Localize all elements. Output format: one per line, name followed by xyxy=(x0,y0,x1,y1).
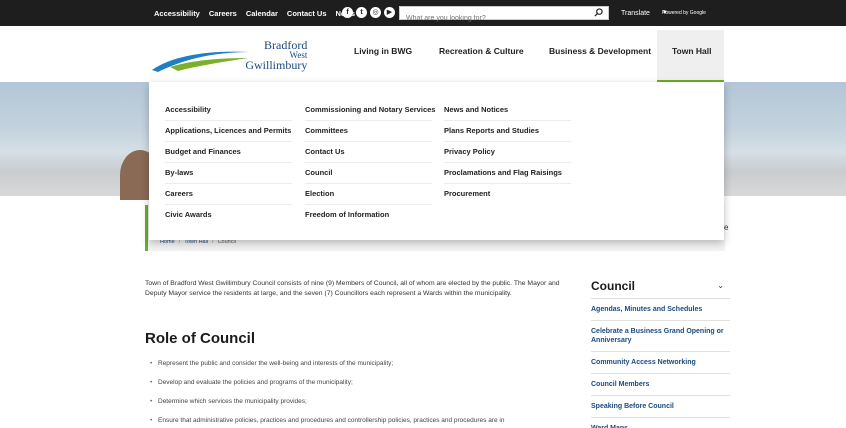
list-item-text: Ensure that administrative policies, pra… xyxy=(158,417,505,424)
mega-menu-column-1: Accessibility Applications, Licences and… xyxy=(165,100,292,226)
logo-line-3: Gwillimbury xyxy=(245,57,308,72)
menu-item-proclamations[interactable]: Proclamations and Flag Raisings xyxy=(444,163,571,184)
translate-control[interactable]: Translate ▼ xyxy=(621,0,668,26)
list-item: • Determine which services the municipali… xyxy=(150,397,505,416)
utility-bar: Accessibility Careers Calendar Contact U… xyxy=(0,0,846,26)
facebook-icon[interactable]: f xyxy=(342,7,353,18)
mega-menu-column-2: Commissioning and Notary Services Commit… xyxy=(305,100,435,226)
translate-label: Translate xyxy=(621,9,650,17)
sidebar-link-council-members[interactable]: Council Members xyxy=(591,374,730,396)
role-of-council-heading: Role of Council xyxy=(145,330,255,347)
menu-item-contact-us[interactable]: Contact Us xyxy=(305,142,432,163)
twitter-icon[interactable]: t xyxy=(356,7,367,18)
sidebar-header[interactable]: Council ⌄ xyxy=(591,273,730,299)
menu-item-budget[interactable]: Budget and Finances xyxy=(165,142,292,163)
intro-paragraph: Town of Bradford West Gwillimbury Counci… xyxy=(145,280,560,297)
bullet-icon: • xyxy=(150,360,153,367)
list-item-text: Represent the public and consider the we… xyxy=(158,360,394,367)
sidebar-title: Council xyxy=(591,278,635,293)
council-sidebar: Council ⌄ Agendas, Minutes and Schedules… xyxy=(591,273,730,428)
list-item-text: Determine which services the municipalit… xyxy=(158,398,307,405)
sidebar-link-agendas[interactable]: Agendas, Minutes and Schedules xyxy=(591,299,730,321)
search-icon[interactable] xyxy=(594,8,603,19)
sidebar-link-ward-maps[interactable]: Ward Maps xyxy=(591,418,730,428)
social-links: f t ◎ ▶ xyxy=(342,7,395,18)
bullet-icon: • xyxy=(150,398,153,405)
bullet-icon: • xyxy=(150,379,153,386)
list-item: • Ensure that administrative policies, pr… xyxy=(150,416,505,428)
menu-item-commissioning[interactable]: Commissioning and Notary Services xyxy=(305,100,435,121)
nav-active-highlight xyxy=(657,30,724,82)
nav-recreation-culture[interactable]: Recreation & Culture xyxy=(439,46,524,56)
menu-item-council[interactable]: Council xyxy=(305,163,432,184)
town-hall-mega-menu: Accessibility Applications, Licences and… xyxy=(149,82,724,240)
youtube-icon[interactable]: ▶ xyxy=(384,7,395,18)
menu-item-election[interactable]: Election xyxy=(305,184,432,205)
powered-by-label: Powered by Google xyxy=(662,10,706,16)
site-logo[interactable]: Bradford West Gwillimbury xyxy=(152,39,307,74)
site-header: Bradford West Gwillimbury Living in BWG … xyxy=(0,26,846,82)
logo-swoosh-icon xyxy=(152,51,250,72)
menu-item-procurement[interactable]: Procurement xyxy=(444,184,571,205)
utility-link-careers[interactable]: Careers xyxy=(209,9,237,18)
utility-link-contact-us[interactable]: Contact Us xyxy=(287,9,327,18)
menu-item-privacy-policy[interactable]: Privacy Policy xyxy=(444,142,571,163)
menu-item-committees[interactable]: Committees xyxy=(305,121,432,142)
sidebar-link-community-access[interactable]: Community Access Networking xyxy=(591,352,730,374)
utility-links: Accessibility Careers Calendar Contact U… xyxy=(154,0,355,26)
instagram-icon[interactable]: ◎ xyxy=(370,7,381,18)
nav-living-in-bwg[interactable]: Living in BWG xyxy=(354,46,412,56)
list-item: • Represent the public and consider the w… xyxy=(150,359,505,378)
partial-title-text: e xyxy=(724,223,729,232)
menu-item-accessibility[interactable]: Accessibility xyxy=(165,100,292,121)
menu-item-civic-awards[interactable]: Civic Awards xyxy=(165,205,292,226)
chevron-down-icon[interactable]: ⌄ xyxy=(717,281,730,290)
logo-wordmark: Bradford West Gwillimbury xyxy=(244,39,308,72)
nav-town-hall[interactable]: Town Hall xyxy=(672,46,712,56)
utility-link-accessibility[interactable]: Accessibility xyxy=(154,9,200,18)
mega-menu-column-3: News and Notices Plans Reports and Studi… xyxy=(444,100,571,205)
menu-item-freedom-of-information[interactable]: Freedom of Information xyxy=(305,205,432,226)
sidebar-link-speaking-before-council[interactable]: Speaking Before Council xyxy=(591,396,730,418)
sidebar-link-grand-opening[interactable]: Celebrate a Business Grand Opening or An… xyxy=(591,321,730,352)
search-box xyxy=(399,6,609,25)
menu-item-bylaws[interactable]: By-laws xyxy=(165,163,292,184)
list-item: • Develop and evaluate the policies and p… xyxy=(150,378,505,397)
list-item-text: Develop and evaluate the policies and pr… xyxy=(158,379,353,386)
menu-item-applications[interactable]: Applications, Licences and Permits xyxy=(165,121,292,142)
bullet-icon: • xyxy=(150,417,153,424)
role-bullet-list: • Represent the public and consider the w… xyxy=(150,359,505,428)
menu-item-news-notices[interactable]: News and Notices xyxy=(444,100,571,121)
nav-business-development[interactable]: Business & Development xyxy=(549,46,651,56)
utility-link-calendar[interactable]: Calendar xyxy=(246,9,278,18)
powered-by-google: Powered by Google xyxy=(662,0,706,26)
menu-item-careers[interactable]: Careers xyxy=(165,184,292,205)
menu-item-plans-reports[interactable]: Plans Reports and Studies xyxy=(444,121,571,142)
search-input[interactable] xyxy=(400,12,585,25)
